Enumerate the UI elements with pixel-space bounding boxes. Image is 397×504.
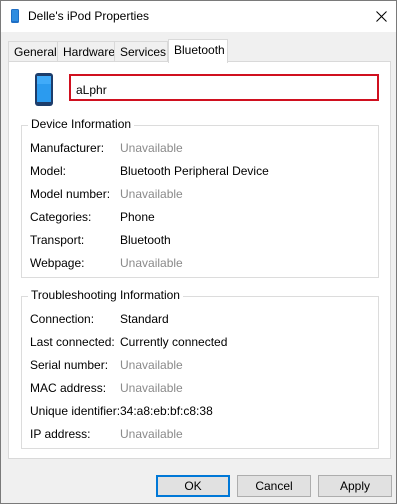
properties-dialog: Delle's iPod Properties General Hardware… <box>0 0 397 504</box>
close-button[interactable] <box>366 1 396 32</box>
last-connected-label: Last connected: <box>30 335 115 349</box>
ip-address-label: IP address: <box>30 427 91 441</box>
title-bar[interactable]: Delle's iPod Properties <box>1 1 396 32</box>
close-icon <box>375 11 387 22</box>
serial-number-value: Unavailable <box>120 358 183 372</box>
tab-strip: General Hardware Services Bluetooth <box>8 39 392 63</box>
mac-address-value: Unavailable <box>120 381 183 395</box>
ip-address-value: Unavailable <box>120 427 183 441</box>
model-number-label: Model number: <box>30 187 111 201</box>
tab-services[interactable]: Services <box>114 41 168 62</box>
cancel-button[interactable]: Cancel <box>237 475 311 497</box>
manufacturer-value: Unavailable <box>120 141 183 155</box>
transport-value: Bluetooth <box>120 233 171 247</box>
apply-button[interactable]: Apply <box>318 475 392 497</box>
last-connected-value: Currently connected <box>120 335 228 349</box>
tab-bluetooth[interactable]: Bluetooth <box>168 39 228 63</box>
manufacturer-label: Manufacturer: <box>30 141 105 155</box>
categories-value: Phone <box>120 210 155 224</box>
webpage-value: Unavailable <box>120 256 183 270</box>
tab-general[interactable]: General <box>8 41 58 62</box>
model-number-value: Unavailable <box>120 187 183 201</box>
device-information-title: Device Information <box>28 117 135 131</box>
troubleshooting-information-title: Troubleshooting Information <box>28 288 183 302</box>
device-name-input[interactable] <box>69 74 379 101</box>
ok-button[interactable]: OK <box>156 475 230 497</box>
window-title: Delle's iPod Properties <box>28 9 150 23</box>
model-value: Bluetooth Peripheral Device <box>120 164 269 178</box>
model-label: Model: <box>30 164 67 178</box>
connection-value: Standard <box>120 312 169 326</box>
transport-label: Transport: <box>30 233 85 247</box>
tab-hardware[interactable]: Hardware <box>57 41 115 62</box>
connection-label: Connection: <box>30 312 95 326</box>
categories-label: Categories: <box>30 210 92 224</box>
mac-address-label: MAC address: <box>30 381 107 395</box>
device-icon <box>11 9 19 23</box>
troubleshooting-information-group: Troubleshooting Information Connection: … <box>21 288 379 449</box>
bluetooth-panel: Device Information Manufacturer: Unavail… <box>8 61 391 459</box>
device-information-group: Device Information Manufacturer: Unavail… <box>21 117 379 278</box>
unique-identifier-value: 34:a8:eb:bf:c8:38 <box>120 404 213 418</box>
serial-number-label: Serial number: <box>30 358 109 372</box>
webpage-label: Webpage: <box>30 256 85 270</box>
unique-identifier-label: Unique identifier: <box>30 404 121 418</box>
phone-icon <box>35 73 53 106</box>
